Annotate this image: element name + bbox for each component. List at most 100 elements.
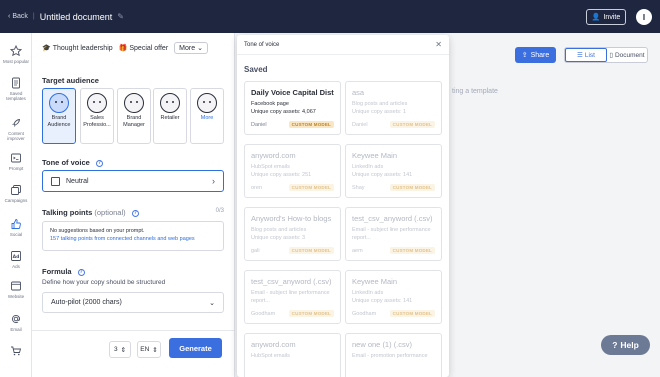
rail-item-content-improver[interactable]: Content improver [0, 117, 32, 141]
voice-card[interactable]: Keywee Main LinkedIn ads Unique copy ass… [345, 144, 442, 198]
voice-card-source: Email - subject line performance [251, 290, 330, 296]
voice-card-owner: Shay [352, 184, 365, 191]
audience-card-more[interactable]: More [190, 88, 224, 144]
voice-card-source: HubSpot emails [251, 164, 290, 170]
rocket-icon [12, 119, 20, 127]
talking-points-box[interactable]: No suggestions based on your prompt. 157… [42, 221, 224, 251]
rail-item-email[interactable]: Email [0, 313, 32, 332]
rail-label: Saved templates [6, 91, 26, 101]
voice-card-footer: Shay CUSTOM MODEL [352, 184, 435, 191]
divider: | [32, 13, 35, 20]
sort-arrows-icon: ⇕ [152, 346, 158, 354]
voice-card[interactable]: anyword.com HubSpot emails Unique copy a… [244, 144, 341, 198]
tone-of-voice-modal: Tone of voice ✕ Saved Daily Voice Capita… [237, 35, 449, 377]
voice-card-title: test_csv_anyword (.csv) [251, 277, 332, 286]
chevron-left-icon: ‹ [8, 13, 11, 20]
voice-card-assets: Unique copy assets: 141 [352, 171, 413, 178]
list-view-button[interactable]: ☰ List [565, 48, 607, 62]
close-icon[interactable]: ✕ [435, 40, 442, 49]
rail-item-campaigns[interactable]: Campaigns [0, 184, 32, 203]
rail-label: Ads [12, 264, 20, 269]
rail-item-prompt[interactable]: Prompt [0, 152, 32, 171]
list-icon: ☰ [577, 52, 583, 59]
invite-label: Invite [603, 13, 621, 21]
voice-card-owner: Goodham [352, 310, 377, 317]
editor-hint-text: ting a template [452, 88, 498, 95]
talking-points-link[interactable]: 157 talking points from connected channe… [50, 235, 216, 243]
voice-card-assets: report... [352, 234, 371, 241]
voice-card-title: new one (1) (.csv) [352, 340, 413, 349]
svg-text:Ad: Ad [13, 254, 20, 260]
voice-card-footer: Goodham CUSTOM MODEL [352, 310, 435, 317]
chip-thought-leadership[interactable]: 🎓 Thought leadership [42, 42, 113, 54]
audience-card-sales-professional[interactable]: Sales Professio... [80, 88, 114, 144]
optional-tag: (optional) [94, 208, 126, 217]
voice-card-assets: Unique copy assets: 4,067 [251, 108, 316, 115]
rail-label: Prompt [8, 166, 24, 171]
custom-model-badge: CUSTOM MODEL [389, 184, 435, 191]
voice-card-footer: oren CUSTOM MODEL [251, 184, 334, 191]
voice-card-assets: Unique copy assets: 3 [251, 234, 306, 241]
voice-card-source: LinkedIn ads [352, 290, 384, 296]
chip-more-dropdown[interactable]: More ⌄ [174, 42, 208, 54]
document-label: Document [614, 51, 645, 59]
cart-icon [11, 346, 22, 356]
voice-card[interactable]: Keywee Main LinkedIn ads Unique copy ass… [345, 270, 442, 324]
ad-icon: Ad [11, 251, 21, 261]
document-icon [12, 77, 20, 89]
rail-item-ads[interactable]: Ad Ads [0, 250, 32, 269]
generate-button[interactable]: Generate [169, 338, 222, 358]
voice-card[interactable]: Anyword's How-to blogs Blog posts and ar… [244, 207, 341, 261]
custom-model-badge: CUSTOM MODEL [389, 121, 435, 128]
invite-button[interactable]: 👤 Invite [586, 9, 626, 25]
voice-card-source: Blog posts and articles [251, 227, 307, 233]
voice-card[interactable]: Daily Voice Capital District Facebook pa… [244, 81, 341, 135]
rail-item-ecommerce[interactable] [0, 345, 32, 359]
voice-card-assets: report... [251, 297, 270, 304]
audience-card-brand-manager[interactable]: Brand Manager [117, 88, 151, 144]
voice-card-owner: Daniel [251, 121, 267, 128]
rail-item-most-popular[interactable]: Most popular [0, 45, 32, 64]
custom-model-badge: CUSTOM MODEL [288, 121, 334, 128]
audience-card-retailer[interactable]: Retailer [153, 88, 187, 144]
custom-model-badge: CUSTOM MODEL [288, 247, 334, 254]
audience-label: Retailer [160, 115, 180, 121]
tone-of-voice-selector[interactable]: Neutral › [42, 170, 224, 192]
chip-special-offer[interactable]: 🎁 Special offer [119, 42, 169, 54]
rail-item-website[interactable]: Website [0, 280, 32, 299]
document-view-button[interactable]: ▯ Document [607, 48, 647, 62]
rail-label: Campaigns [4, 198, 28, 203]
voice-card[interactable]: asa Blog posts and articles Unique copy … [345, 81, 442, 135]
formula-select[interactable]: Auto-pilot (2000 chars) ⌄ [42, 292, 224, 313]
section-title: Tone of voice [42, 158, 90, 167]
help-icon[interactable]: ? [131, 209, 139, 217]
help-icon[interactable]: ? [77, 268, 85, 276]
help-icon[interactable]: ? [95, 159, 103, 167]
voice-card-owner: oren [251, 184, 263, 191]
variant-count-select[interactable]: 3 ⇕ [109, 341, 131, 358]
document-title[interactable]: Untitled document [40, 12, 113, 22]
rail-item-social[interactable]: Social [0, 218, 32, 237]
voice-card[interactable]: test_csv_anyword (.csv) Email - subject … [345, 207, 442, 261]
avatar[interactable]: I [636, 9, 652, 25]
voice-card[interactable]: new one (1) (.csv) Email - promotion per… [345, 333, 442, 377]
help-button[interactable]: ? Help [601, 335, 650, 355]
person-icon [124, 93, 144, 113]
voice-card[interactable]: test_csv_anyword (.csv) Email - subject … [244, 270, 341, 324]
voice-card[interactable]: anyword.com HubSpot emails [244, 333, 341, 377]
pencil-icon[interactable]: ✎ [117, 12, 124, 21]
back-link[interactable]: ‹ Back [8, 13, 28, 20]
voice-icon [51, 176, 60, 186]
terminal-icon [11, 153, 21, 163]
share-button[interactable]: ⇪ Share [515, 47, 556, 63]
formula-description: Define how your copy should be structure… [42, 279, 166, 286]
user-icon: 👤 [591, 14, 601, 21]
voice-card-source: Email - promotion performance [352, 353, 428, 359]
voice-card-source: HubSpot emails [251, 353, 290, 359]
language-select[interactable]: EN ⇕ [137, 341, 161, 358]
voice-card-title: test_csv_anyword (.csv) [352, 214, 433, 223]
voice-card-footer: gali CUSTOM MODEL [251, 247, 334, 254]
chevron-right-icon: › [212, 176, 215, 186]
rail-item-saved-templates[interactable]: Saved templates [0, 77, 32, 101]
audience-card-brand-audience[interactable]: Brand Audience [42, 88, 76, 144]
